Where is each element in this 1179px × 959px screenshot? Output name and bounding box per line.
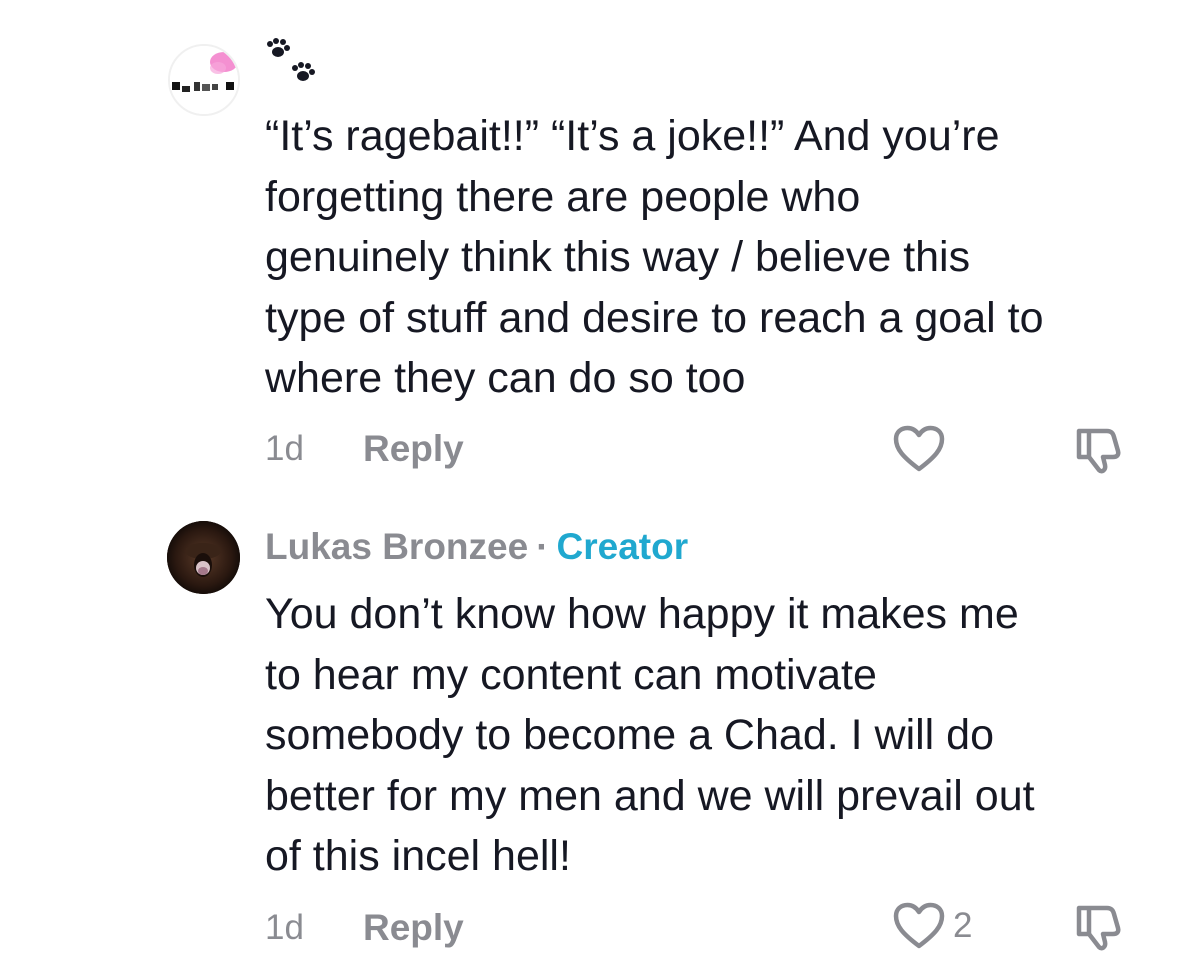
- thumbs-down-icon: [1076, 905, 1121, 951]
- paw-prints-icon: [265, 38, 321, 88]
- username-row: Lukas Bronzee · Creator: [265, 526, 688, 568]
- creator-badge: Creator: [556, 526, 689, 567]
- dislike-button[interactable]: [1071, 902, 1127, 957]
- timestamp: 1d: [265, 908, 304, 947]
- avatar[interactable]: [168, 44, 240, 116]
- avatar[interactable]: [167, 521, 240, 594]
- comment-text: You don’t know how happy it makes me to …: [265, 590, 1035, 880]
- comment-text: “It’s ragebait!!” “It’s a joke!!” And yo…: [265, 112, 1044, 402]
- comment-meta: 1d Reply: [265, 424, 464, 474]
- reply-button[interactable]: Reply: [363, 907, 464, 949]
- heart-icon: [893, 425, 945, 472]
- username[interactable]: [265, 38, 321, 97]
- avatar-image: [167, 521, 240, 594]
- like-button[interactable]: 2: [893, 902, 972, 950]
- avatar-image: [170, 46, 238, 114]
- reply-button[interactable]: Reply: [363, 428, 464, 470]
- comment-item: Lukas Bronzee · Creator You don’t know how…: [0, 500, 1179, 959]
- timestamp: 1d: [265, 429, 304, 468]
- like-count: 2: [953, 906, 973, 945]
- dislike-button[interactable]: [1071, 425, 1127, 480]
- comment-item: “It’s ragebait!!” “It’s a joke!!” And yo…: [0, 0, 1179, 500]
- thumbs-down-icon: [1076, 428, 1121, 474]
- heart-icon: [893, 902, 945, 949]
- username[interactable]: Lukas Bronzee: [265, 526, 528, 567]
- comment-meta: 1d Reply: [265, 903, 464, 953]
- separator-dot: ·: [536, 526, 549, 567]
- like-button[interactable]: [893, 425, 953, 473]
